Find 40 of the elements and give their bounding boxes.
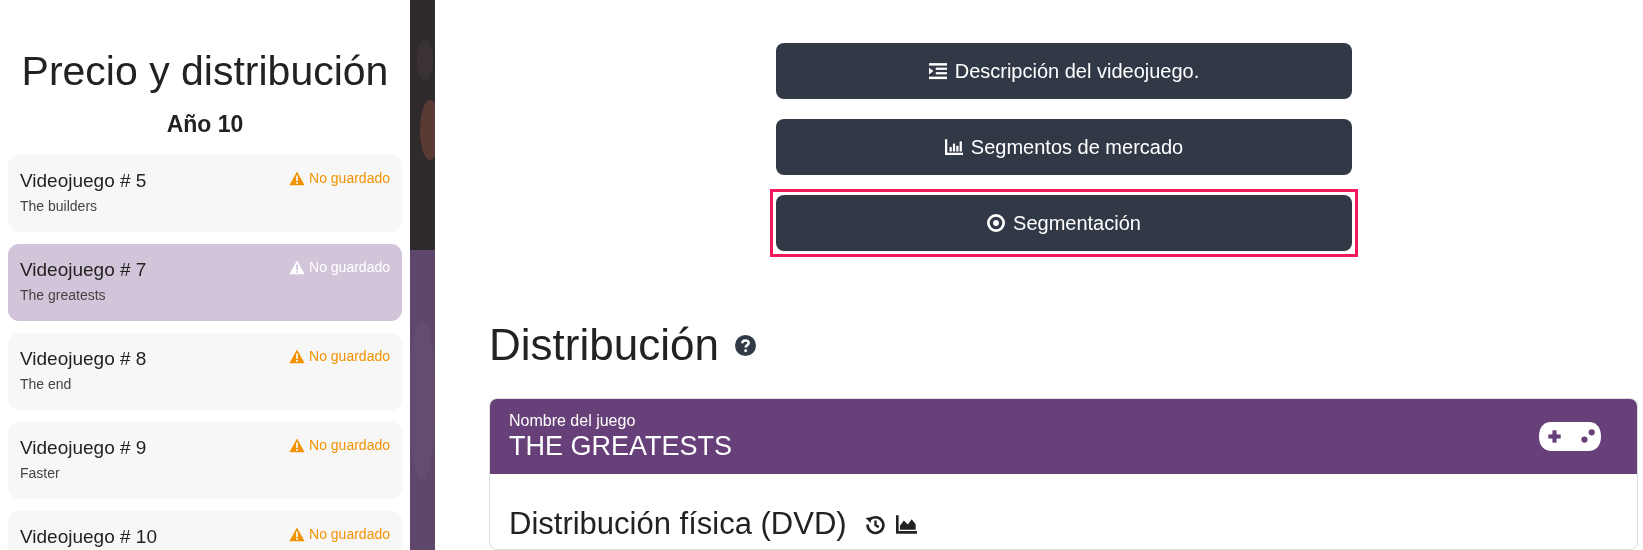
- indent-list-icon: [928, 62, 947, 80]
- game-name: The builders: [20, 197, 99, 215]
- unsaved-status: No guardado: [309, 259, 390, 275]
- game-name: Faster: [20, 464, 61, 482]
- section-button[interactable]: Segmentos de mercado: [776, 119, 1352, 175]
- warning-icon: [289, 437, 306, 453]
- warning-icon: [289, 348, 306, 364]
- history-icon[interactable]: [864, 513, 886, 535]
- warning-icon: [289, 526, 306, 542]
- game-name: The end: [20, 375, 73, 393]
- unsaved-status: No guardado: [309, 437, 390, 453]
- game-card[interactable]: Videojuego # 5 The builders No guardado: [8, 155, 402, 232]
- field-caption: Nombre del juego: [509, 411, 637, 430]
- unsaved-status: No guardado: [309, 170, 390, 186]
- bar-chart-icon: [944, 138, 963, 156]
- section-title: Distribución: [489, 319, 719, 371]
- game-name: The greatests: [20, 286, 107, 304]
- warning-icon: [289, 170, 306, 186]
- game-card[interactable]: Videojuego # 10 No guardado: [8, 511, 402, 550]
- game-card[interactable]: Videojuego # 7 The greatests No guardado: [8, 244, 402, 321]
- unsaved-status: No guardado: [309, 348, 390, 364]
- section-button[interactable]: Descripción del videojuego.: [776, 43, 1352, 99]
- section-button[interactable]: Segmentación: [776, 195, 1352, 251]
- warning-icon: [289, 259, 306, 275]
- target-icon: [987, 214, 1006, 232]
- game-title: THE GREATESTS: [509, 429, 733, 462]
- gamepad-icon: [1539, 421, 1601, 452]
- year-label: Año 10: [166, 110, 244, 138]
- game-number: Videojuego # 10: [20, 525, 157, 549]
- subsection-title: Distribución física (DVD): [509, 505, 847, 543]
- game-number: Videojuego # 9: [20, 436, 147, 460]
- help-icon[interactable]: [734, 334, 756, 356]
- game-number: Videojuego # 8: [20, 347, 147, 371]
- area-chart-icon[interactable]: [895, 513, 917, 535]
- game-number: Videojuego # 5: [20, 169, 147, 193]
- game-card[interactable]: Videojuego # 8 The end No guardado: [8, 333, 402, 410]
- unsaved-status: No guardado: [309, 526, 390, 542]
- sidebar-title: Precio y distribución: [21, 47, 389, 96]
- game-card[interactable]: Videojuego # 9 Faster No guardado: [8, 422, 402, 499]
- game-number: Videojuego # 7: [20, 258, 147, 282]
